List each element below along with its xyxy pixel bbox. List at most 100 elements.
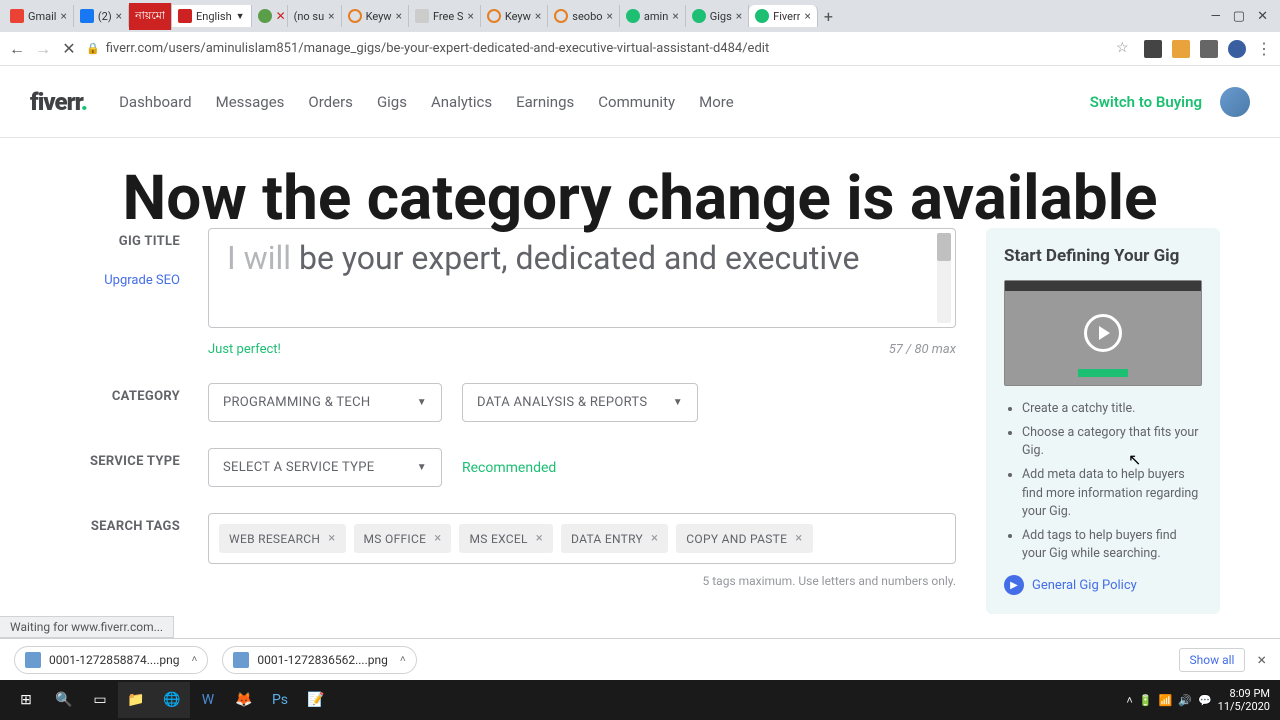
nav-dashboard[interactable]: Dashboard <box>119 93 192 111</box>
close-icon[interactable]: × <box>535 9 541 23</box>
fiverr-logo[interactable]: fiverr. <box>30 88 87 116</box>
ext-icon-2[interactable] <box>1172 40 1190 58</box>
video-thumbnail[interactable] <box>1004 280 1202 386</box>
maximize-icon[interactable]: ▢ <box>1233 9 1245 24</box>
close-icon[interactable]: × <box>467 9 473 23</box>
close-icon[interactable]: × <box>736 9 742 23</box>
battery-icon[interactable]: 🔋 <box>1139 694 1153 707</box>
tab-amin[interactable]: amin× <box>620 5 686 27</box>
nav-earnings[interactable]: Earnings <box>516 93 574 111</box>
tray-chevron-icon[interactable]: ˄ <box>1126 694 1132 707</box>
chevron-up-icon[interactable]: ˄ <box>400 654 406 665</box>
tab-ext3[interactable]: ✕ <box>252 5 288 27</box>
close-icon[interactable]: × <box>328 9 334 23</box>
clock[interactable]: 8:09 PM 11/5/2020 <box>1218 687 1270 713</box>
extensions-icon[interactable] <box>1200 40 1218 58</box>
tab-free[interactable]: Free S× <box>409 5 481 27</box>
minimize-icon[interactable]: — <box>1211 9 1221 24</box>
tab-keyw1[interactable]: Keyw× <box>342 5 409 27</box>
close-downloads-icon[interactable]: × <box>1257 650 1266 669</box>
upgrade-seo-link[interactable]: Upgrade SEO <box>60 273 208 288</box>
search-tags-label: SEARCH TAGS <box>60 513 208 588</box>
tab-ext2[interactable]: English▼ <box>172 5 252 27</box>
close-icon[interactable]: × <box>60 9 66 23</box>
switch-to-buying-link[interactable]: Switch to Buying <box>1090 93 1202 111</box>
search-icon[interactable]: 🔍 <box>46 682 82 718</box>
tab-gmail[interactable]: Gmail× <box>4 5 74 27</box>
tab-seobo[interactable]: seobo× <box>548 5 620 27</box>
url-input[interactable]: 🔒 fiverr.com/users/aminulislam851/manage… <box>86 41 1108 56</box>
play-icon[interactable] <box>1084 314 1122 352</box>
close-icon[interactable]: × <box>672 9 678 23</box>
close-icon[interactable]: ✕ <box>276 9 286 23</box>
profile-avatar[interactable] <box>1220 87 1250 117</box>
gig-policy-link[interactable]: General Gig Policy <box>1032 578 1137 593</box>
menu-icon[interactable]: ⋮ <box>1256 39 1272 58</box>
word-icon[interactable]: W <box>190 682 226 718</box>
start-button[interactable]: ⊞ <box>6 682 46 718</box>
scrollbar[interactable] <box>937 233 951 323</box>
chevron-down-icon: ▼ <box>417 462 427 473</box>
file-explorer-icon[interactable]: 📁 <box>118 682 154 718</box>
close-icon[interactable]: × <box>804 9 810 23</box>
remove-tag-icon[interactable]: × <box>536 531 543 546</box>
remove-tag-icon[interactable]: × <box>328 531 335 546</box>
tab-nosu[interactable]: (no su× <box>288 5 342 27</box>
new-tab-button[interactable]: + <box>818 3 839 30</box>
stop-reload-button[interactable]: ✕ <box>60 39 78 58</box>
action-center-icon[interactable]: 💬 <box>1198 694 1212 707</box>
sidebar-title: Start Defining Your Gig <box>1004 246 1202 266</box>
lock-icon: 🔒 <box>86 42 100 55</box>
remove-tag-icon[interactable]: × <box>651 531 658 546</box>
windows-taskbar: ⊞ 🔍 ▭ 📁 🌐 W 🦊 Ps 📝 ˄ 🔋 📶 🔊 💬 8:09 PM 11/… <box>0 680 1280 720</box>
download-chip[interactable]: 0001-1272836562....png ˄ <box>222 646 416 674</box>
nav-community[interactable]: Community <box>598 93 675 111</box>
category-select[interactable]: PROGRAMMING & TECH▼ <box>208 383 442 422</box>
firefox-icon[interactable]: 🦊 <box>226 682 262 718</box>
nav-more[interactable]: More <box>699 93 734 111</box>
photoshop-icon[interactable]: Ps <box>262 682 298 718</box>
back-button[interactable]: ← <box>8 39 26 59</box>
chevron-up-icon[interactable]: ˄ <box>192 654 198 665</box>
volume-icon[interactable]: 🔊 <box>1178 694 1192 707</box>
remove-tag-icon[interactable]: × <box>434 531 441 546</box>
close-icon[interactable]: × <box>116 9 122 23</box>
browser-tab-strip: Gmail× (2)× নায়মো English▼ ✕ (no su× Ke… <box>0 0 1280 32</box>
tab-fiverr-active[interactable]: Fiverr× <box>749 5 818 27</box>
show-all-downloads[interactable]: Show all <box>1179 648 1246 672</box>
chevron-down-icon: ▼ <box>673 397 683 408</box>
close-icon[interactable]: × <box>396 9 402 23</box>
tag-chip[interactable]: MS OFFICE× <box>354 524 452 553</box>
tag-chip[interactable]: MS EXCEL× <box>459 524 553 553</box>
download-chip[interactable]: 0001-1272858874....png ˄ <box>14 646 208 674</box>
profile-chip[interactable] <box>1228 40 1246 58</box>
ext-icon-1[interactable] <box>1144 40 1162 58</box>
bookmark-star-icon[interactable]: ☆ <box>1116 40 1134 58</box>
tab-gigs[interactable]: Gigs× <box>686 5 749 27</box>
tab-facebook[interactable]: (2)× <box>74 5 129 27</box>
tip-item: Create a catchy title. <box>1022 400 1202 418</box>
close-window-icon[interactable]: ✕ <box>1257 9 1268 24</box>
forward-button[interactable]: → <box>34 39 52 59</box>
tip-item: Add meta data to help buyers find more i… <box>1022 466 1202 520</box>
fiverr-header: fiverr. Dashboard Messages Orders Gigs A… <box>0 66 1280 138</box>
tag-chip[interactable]: WEB RESEARCH× <box>219 524 346 553</box>
tag-chip[interactable]: COPY AND PASTE× <box>676 524 812 553</box>
service-type-select[interactable]: SELECT A SERVICE TYPE▼ <box>208 448 442 487</box>
gig-title-input[interactable]: I will be your expert, dedicated and exe… <box>208 228 956 328</box>
notepad-icon[interactable]: 📝 <box>298 682 334 718</box>
nav-orders[interactable]: Orders <box>308 93 353 111</box>
tag-chip[interactable]: DATA ENTRY× <box>561 524 668 553</box>
tags-input[interactable]: WEB RESEARCH× MS OFFICE× MS EXCEL× DATA … <box>208 513 956 564</box>
close-icon[interactable]: × <box>607 9 613 23</box>
tab-keyw2[interactable]: Keyw× <box>481 5 548 27</box>
nav-gigs[interactable]: Gigs <box>377 93 407 111</box>
subcategory-select[interactable]: DATA ANALYSIS & REPORTS▼ <box>462 383 698 422</box>
wifi-icon[interactable]: 📶 <box>1159 694 1173 707</box>
nav-messages[interactable]: Messages <box>216 93 285 111</box>
remove-tag-icon[interactable]: × <box>795 531 802 546</box>
tab-ext1[interactable]: নায়মো <box>129 3 172 30</box>
chrome-icon[interactable]: 🌐 <box>154 682 190 718</box>
nav-analytics[interactable]: Analytics <box>431 93 492 111</box>
task-view-icon[interactable]: ▭ <box>82 682 118 718</box>
